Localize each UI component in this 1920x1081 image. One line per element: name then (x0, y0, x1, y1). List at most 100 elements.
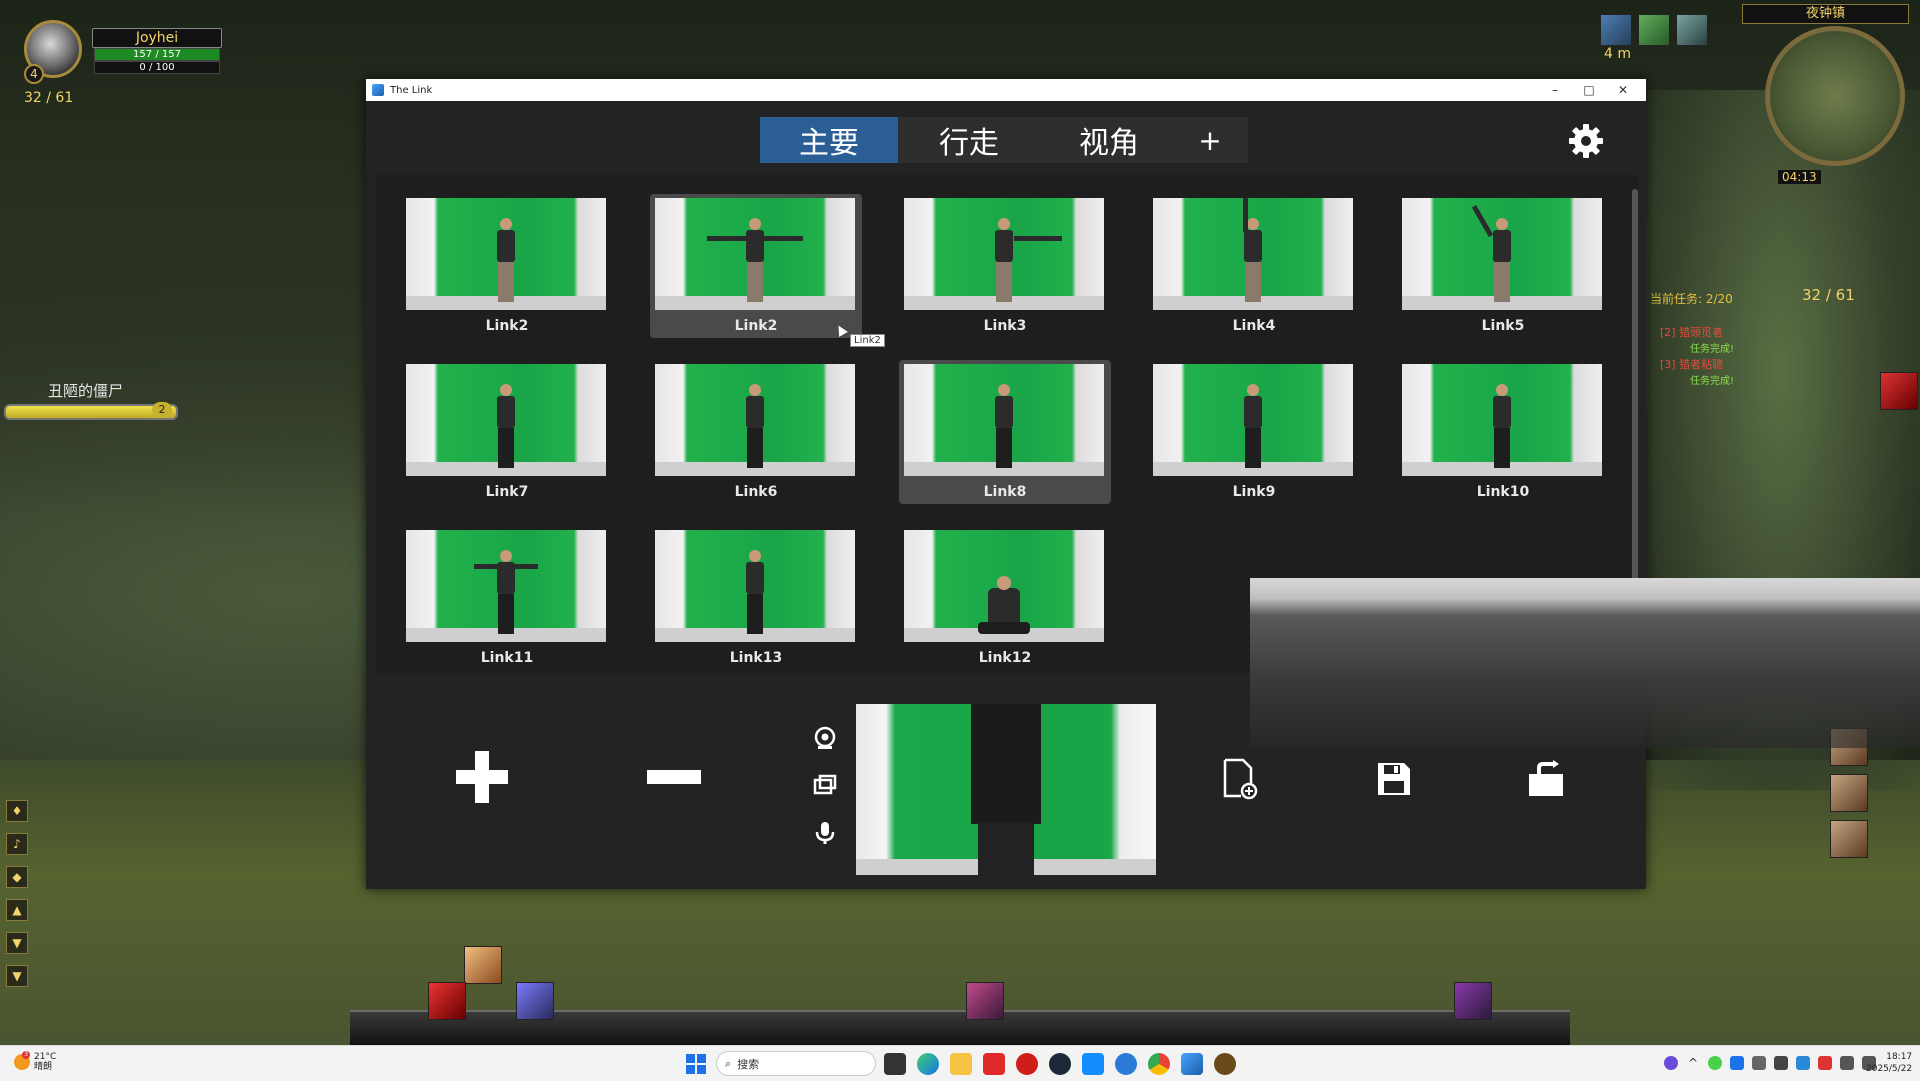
distance-readout: 4 m (1604, 46, 1631, 62)
tab-view[interactable]: 视角 (1040, 117, 1178, 163)
pose-thumbnail (1402, 198, 1602, 310)
quest-ratio: 32 / 61 (1802, 286, 1855, 304)
chrome-icon[interactable] (1148, 1053, 1170, 1075)
microphone-button[interactable] (812, 820, 838, 846)
quest-line[interactable]: [3] 猎者粘聰 (1660, 356, 1723, 372)
new-file-button[interactable] (1220, 757, 1260, 801)
search-icon: ⌕ (725, 1056, 732, 1070)
pose-thumbnail (406, 364, 606, 476)
quest-status: 任务完成! (1690, 344, 1735, 355)
folder-icon[interactable] (950, 1053, 972, 1075)
add-tab-button[interactable]: + (1180, 117, 1240, 163)
action-slot[interactable] (464, 946, 502, 984)
camera-overlay (1250, 578, 1920, 748)
pose-tile[interactable]: Link3 (899, 194, 1111, 338)
pose-tile[interactable]: Link9 (1148, 360, 1360, 504)
pose-tile[interactable]: Link4 (1148, 194, 1360, 338)
screen-source-button[interactable] (812, 772, 838, 798)
pose-label: Link6 (734, 484, 778, 500)
export-button[interactable] (1526, 757, 1566, 801)
ability-icon[interactable] (1830, 774, 1868, 812)
system-tray: ^ (1664, 1056, 1876, 1070)
tab-walk[interactable]: 行走 (900, 117, 1038, 163)
pose-tile[interactable]: Link12 (899, 526, 1111, 670)
arrow-down-icon[interactable]: ▼ (6, 932, 28, 954)
player-mana-bar: 0 / 100 (94, 61, 220, 74)
the-link-taskbar-icon[interactable] (1181, 1053, 1203, 1075)
chevron-up-icon[interactable]: ^ (1686, 1056, 1700, 1070)
minimize-button[interactable]: – (1538, 79, 1572, 101)
quest-line[interactable]: [2] 猎頭觅者 (1660, 324, 1723, 340)
steam-icon[interactable] (1049, 1053, 1071, 1075)
buff-icon[interactable] (1638, 14, 1670, 46)
player-health-bar: 157 / 157 (94, 48, 220, 61)
pose-tile[interactable]: Link7 (401, 360, 613, 504)
pose-tile[interactable]: Link5 (1397, 194, 1609, 338)
taskbar-search[interactable]: ⌕ 搜索 (716, 1051, 876, 1076)
microphone-icon (815, 822, 835, 844)
netease-icon[interactable] (1016, 1053, 1038, 1075)
save-button[interactable] (1374, 757, 1414, 801)
maximize-button[interactable]: □ (1572, 79, 1606, 101)
action-slot[interactable] (428, 982, 466, 1020)
arrow-bottom-icon[interactable]: ▼ (6, 965, 28, 987)
debuff-icon[interactable] (1880, 372, 1918, 410)
ime-icon[interactable] (1774, 1056, 1788, 1070)
tray-app-icon[interactable] (1708, 1056, 1722, 1070)
menu-icon[interactable]: ♦ (6, 800, 28, 822)
pose-tile[interactable]: Link2 (401, 194, 613, 338)
edge-icon[interactable] (917, 1053, 939, 1075)
close-button[interactable]: ✕ (1606, 79, 1640, 101)
pose-thumbnail (655, 364, 855, 476)
action-slot[interactable] (1454, 982, 1492, 1020)
wps-icon[interactable] (983, 1053, 1005, 1075)
weather-widget[interactable]: 3 21°C 晴朗 (14, 1051, 56, 1072)
clock-date: 2025/5/22 (1866, 1064, 1913, 1074)
taskbar-clock[interactable]: 18:17 2025/5/22 (1866, 1051, 1912, 1075)
action-slot[interactable] (516, 982, 554, 1020)
pose-label: Link11 (480, 650, 534, 666)
pose-tile[interactable]: Link11 (401, 526, 613, 670)
tray-app-icon[interactable] (1730, 1056, 1744, 1070)
buff-icon[interactable] (1600, 14, 1632, 46)
buff-icon[interactable] (1676, 14, 1708, 46)
minimap[interactable] (1765, 26, 1905, 166)
webcam-source-button[interactable] (812, 725, 838, 751)
battlenet-icon[interactable] (1082, 1053, 1104, 1075)
pose-tile[interactable]: Link10 (1397, 360, 1609, 504)
start-button[interactable] (686, 1054, 706, 1074)
arrow-up-icon[interactable]: ▲ (6, 899, 28, 921)
tooltip: Link2 (850, 334, 885, 347)
search-placeholder: 搜索 (737, 1057, 760, 1071)
window-titlebar[interactable]: The Link – □ ✕ (366, 79, 1646, 101)
wow-icon[interactable] (1214, 1053, 1236, 1075)
action-slot[interactable] (966, 982, 1004, 1020)
pose-label: Link13 (729, 650, 783, 666)
remove-pose-button[interactable] (644, 747, 704, 807)
window-title: The Link (390, 84, 433, 96)
windows-taskbar: 3 21°C 晴朗 ⌕ 搜索 ^ 18:17 2025/5/22 (0, 1045, 1920, 1081)
pose-tile[interactable]: Link6 (650, 360, 862, 504)
tray-app-icon[interactable] (1796, 1056, 1810, 1070)
pose-tile[interactable]: Link13 (650, 526, 862, 670)
sound-icon[interactable]: ♪ (6, 833, 28, 855)
game-clock: 04:13 (1778, 170, 1821, 184)
pose-tile[interactable]: Link2 (650, 194, 862, 338)
ability-icon[interactable] (1830, 820, 1868, 858)
task-view-icon[interactable] (884, 1053, 906, 1075)
chat-icon[interactable]: ◆ (6, 866, 28, 888)
weather-badge: 3 (22, 1051, 30, 1059)
network-icon[interactable] (1840, 1056, 1854, 1070)
settings-button[interactable] (1566, 121, 1606, 161)
browser-icon[interactable] (1115, 1053, 1137, 1075)
tray-app-icon[interactable] (1664, 1056, 1678, 1070)
quest-status: 任务完成! (1690, 376, 1735, 387)
player-name: Joyhei (92, 28, 222, 48)
add-pose-button[interactable] (452, 747, 512, 807)
pose-tile[interactable]: Link8 (899, 360, 1111, 504)
microphone-tray-icon[interactable] (1752, 1056, 1766, 1070)
camera-preview (856, 704, 1156, 875)
taskbar-apps (884, 1053, 1236, 1075)
tab-main[interactable]: 主要 (760, 117, 898, 163)
tray-app-icon[interactable] (1818, 1056, 1832, 1070)
